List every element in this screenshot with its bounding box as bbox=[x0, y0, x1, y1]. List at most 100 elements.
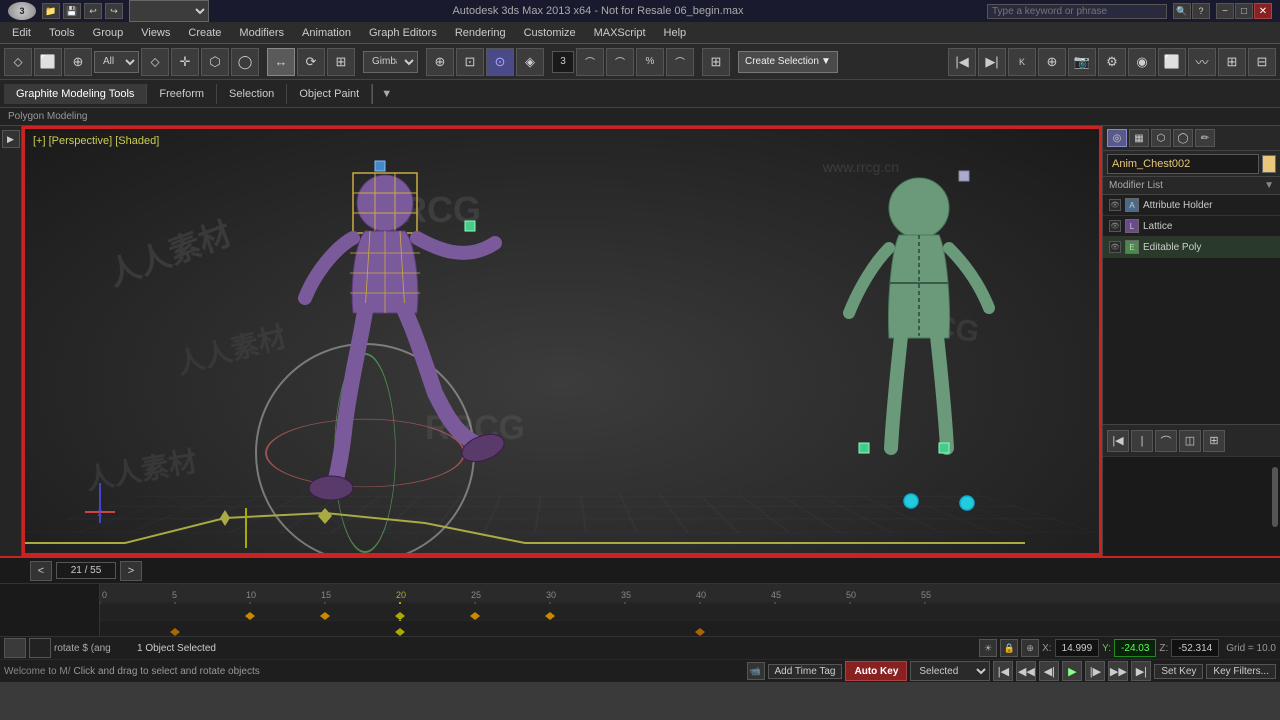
toolbar-quick-btn[interactable]: ↪ bbox=[105, 3, 123, 19]
object-name-input[interactable] bbox=[1107, 154, 1259, 174]
reference-dropdown[interactable]: Gimbal bbox=[363, 51, 418, 73]
toolbar-quick-btn[interactable]: ↩ bbox=[84, 3, 102, 19]
playback-next-key-btn[interactable]: |▶ bbox=[1085, 661, 1105, 681]
render-btn[interactable]: ⊕ bbox=[1038, 48, 1066, 76]
select-filter-btn[interactable]: ⊕ bbox=[64, 48, 92, 76]
object-color-swatch[interactable] bbox=[1262, 155, 1276, 173]
modifier-lattice[interactable]: 👁 L Lattice bbox=[1103, 216, 1280, 237]
timeline-track-area[interactable]: 0 5 10 15 20 25 30 bbox=[100, 584, 1280, 636]
playback-next-btn[interactable]: ▶| bbox=[978, 48, 1006, 76]
help-icon[interactable]: ? bbox=[1192, 3, 1210, 19]
num1-field[interactable]: 3 bbox=[552, 51, 574, 73]
playback-play-btn[interactable]: ▶ bbox=[1062, 661, 1082, 681]
scale-btn[interactable]: ⊞ bbox=[327, 48, 355, 76]
playback-next-frame-btn[interactable]: ▶▶ bbox=[1108, 661, 1128, 681]
modifier-editable-poly[interactable]: 👁 E Editable Poly bbox=[1103, 237, 1280, 258]
rp-tool-paste-btn[interactable]: ◫ bbox=[1179, 430, 1201, 452]
pivot-btn[interactable]: ⊕ bbox=[426, 48, 454, 76]
tab-graphite-modeling[interactable]: Graphite Modeling Tools bbox=[4, 84, 147, 104]
toolbar-quick-btn[interactable]: 📁 bbox=[42, 3, 60, 19]
add-time-tag-btn[interactable]: Add Time Tag bbox=[768, 664, 843, 679]
menu-item-views[interactable]: Views bbox=[133, 25, 178, 41]
select-tool-btn[interactable]: ⬦ bbox=[4, 48, 32, 76]
playback-prev-key-btn[interactable]: ◀| bbox=[1039, 661, 1059, 681]
mod-eye-icon[interactable]: 👁 bbox=[1109, 220, 1121, 232]
rp-tool-separator[interactable]: | bbox=[1131, 430, 1153, 452]
rp-display-icon[interactable]: ◎ bbox=[1107, 129, 1127, 147]
slate-btn[interactable]: ⬜ bbox=[1158, 48, 1186, 76]
move-btn[interactable]: ↔ bbox=[267, 48, 295, 76]
close-button[interactable]: ✕ bbox=[1254, 3, 1272, 19]
mod-eye-icon[interactable]: 👁 bbox=[1109, 199, 1121, 211]
set-key-btn[interactable]: Set Key bbox=[1154, 664, 1203, 679]
menu-item-create[interactable]: Create bbox=[180, 25, 229, 41]
menu-item-animation[interactable]: Animation bbox=[294, 25, 359, 41]
rp-hierarchy-icon[interactable]: ⬡ bbox=[1151, 129, 1171, 147]
tab-selection[interactable]: Selection bbox=[217, 84, 287, 104]
selected-dropdown[interactable]: Selected bbox=[910, 661, 990, 681]
search-input[interactable] bbox=[987, 4, 1167, 19]
menu-item-group[interactable]: Group bbox=[85, 25, 132, 41]
material-btn[interactable]: ◉ bbox=[1128, 48, 1156, 76]
filter-dropdown[interactable]: All bbox=[94, 51, 139, 73]
menu-item-tools[interactable]: Tools bbox=[41, 25, 83, 41]
render-frame-btn[interactable]: ⊞ bbox=[702, 48, 730, 76]
menu-item-modifiers[interactable]: Modifiers bbox=[231, 25, 292, 41]
key-mode-btn[interactable]: K bbox=[1008, 48, 1036, 76]
video-icon[interactable]: 📹 bbox=[747, 662, 765, 680]
viewport[interactable]: [+] [Perspective] [Shaded] 人人素材 RRCG 人人素… bbox=[22, 126, 1102, 556]
region-select-btn[interactable]: ⬜ bbox=[34, 48, 62, 76]
tab-object-paint[interactable]: Object Paint bbox=[287, 84, 372, 104]
create-selection-btn[interactable]: Create Selection ▼ bbox=[738, 51, 838, 73]
rp-tool-pin-btn[interactable]: |◀ bbox=[1107, 430, 1129, 452]
timeline-next-btn[interactable]: > bbox=[120, 561, 142, 581]
vp-expand-btn[interactable]: ▶ bbox=[2, 130, 20, 148]
percent-btn[interactable]: % bbox=[636, 48, 664, 76]
lock-icon[interactable]: 🔒 bbox=[1000, 639, 1018, 657]
rp-tool-grid-btn[interactable]: ⊞ bbox=[1203, 430, 1225, 452]
select-icon[interactable]: ⬦ bbox=[141, 48, 169, 76]
settings-btn[interactable]: ⚙ bbox=[1098, 48, 1126, 76]
minimize-button[interactable]: − bbox=[1216, 3, 1234, 19]
key-filters-btn[interactable]: Key Filters... bbox=[1206, 664, 1276, 679]
anim-btn2[interactable]: ⌒ bbox=[606, 48, 634, 76]
rp-utility-icon[interactable]: ✏ bbox=[1195, 129, 1215, 147]
menu-item-rendering[interactable]: Rendering bbox=[447, 25, 514, 41]
misc-btn1[interactable]: ⊞ bbox=[1218, 48, 1246, 76]
search-icon[interactable]: 🔍 bbox=[1173, 3, 1191, 19]
menu-item-maxscript[interactable]: MAXScript bbox=[586, 25, 654, 41]
timeline-prev-btn[interactable]: < bbox=[30, 561, 52, 581]
workspace-dropdown[interactable]: Workspace: Default bbox=[129, 0, 209, 22]
camera-btn[interactable]: 📷 bbox=[1068, 48, 1096, 76]
anim-btn1[interactable]: ⌒ bbox=[576, 48, 604, 76]
mod-eye-icon[interactable]: 👁 bbox=[1109, 241, 1121, 253]
tab-freeform[interactable]: Freeform bbox=[147, 84, 217, 104]
rp-scroll-bar[interactable] bbox=[1272, 467, 1278, 527]
rp-tool-curve-btn[interactable]: ⌒ bbox=[1155, 430, 1177, 452]
rotate-btn[interactable]: ⟳ bbox=[297, 48, 325, 76]
misc-btn2[interactable]: ⊟ bbox=[1248, 48, 1276, 76]
menu-item-customize[interactable]: Customize bbox=[516, 25, 584, 41]
modifier-list-dropdown[interactable]: ▼ bbox=[1264, 180, 1274, 191]
ribbon-extra-btn[interactable]: ▼ bbox=[372, 84, 400, 104]
playback-to-start-btn[interactable]: |◀ bbox=[993, 661, 1013, 681]
angle-snap-btn[interactable]: ◈ bbox=[516, 48, 544, 76]
modifier-attribute-holder[interactable]: 👁 A Attribute Holder bbox=[1103, 195, 1280, 216]
light-icon[interactable]: ☀ bbox=[979, 639, 997, 657]
curve-editor-btn[interactable]: 〰 bbox=[1188, 48, 1216, 76]
toolbar-quick-btn[interactable]: 💾 bbox=[63, 3, 81, 19]
playback-prev-frame-btn[interactable]: ◀◀ bbox=[1016, 661, 1036, 681]
playback-prev-btn[interactable]: |◀ bbox=[948, 48, 976, 76]
rp-motion-icon[interactable]: ◯ bbox=[1173, 129, 1193, 147]
anim-btn3[interactable]: ⌒ bbox=[666, 48, 694, 76]
snap-icon[interactable]: ⊕ bbox=[1021, 639, 1039, 657]
select-region-btn[interactable]: ⬡ bbox=[201, 48, 229, 76]
snap-toggle-btn[interactable]: ⊙ bbox=[486, 48, 514, 76]
lasso-btn[interactable]: ◯ bbox=[231, 48, 259, 76]
move-tool-btn[interactable]: ✛ bbox=[171, 48, 199, 76]
menu-item-graph-editors[interactable]: Graph Editors bbox=[361, 25, 445, 41]
snap-btn[interactable]: ⊡ bbox=[456, 48, 484, 76]
rp-modifier-icon[interactable]: ▦ bbox=[1129, 129, 1149, 147]
playback-to-end-btn[interactable]: ▶| bbox=[1131, 661, 1151, 681]
menu-item-edit[interactable]: Edit bbox=[4, 25, 39, 41]
